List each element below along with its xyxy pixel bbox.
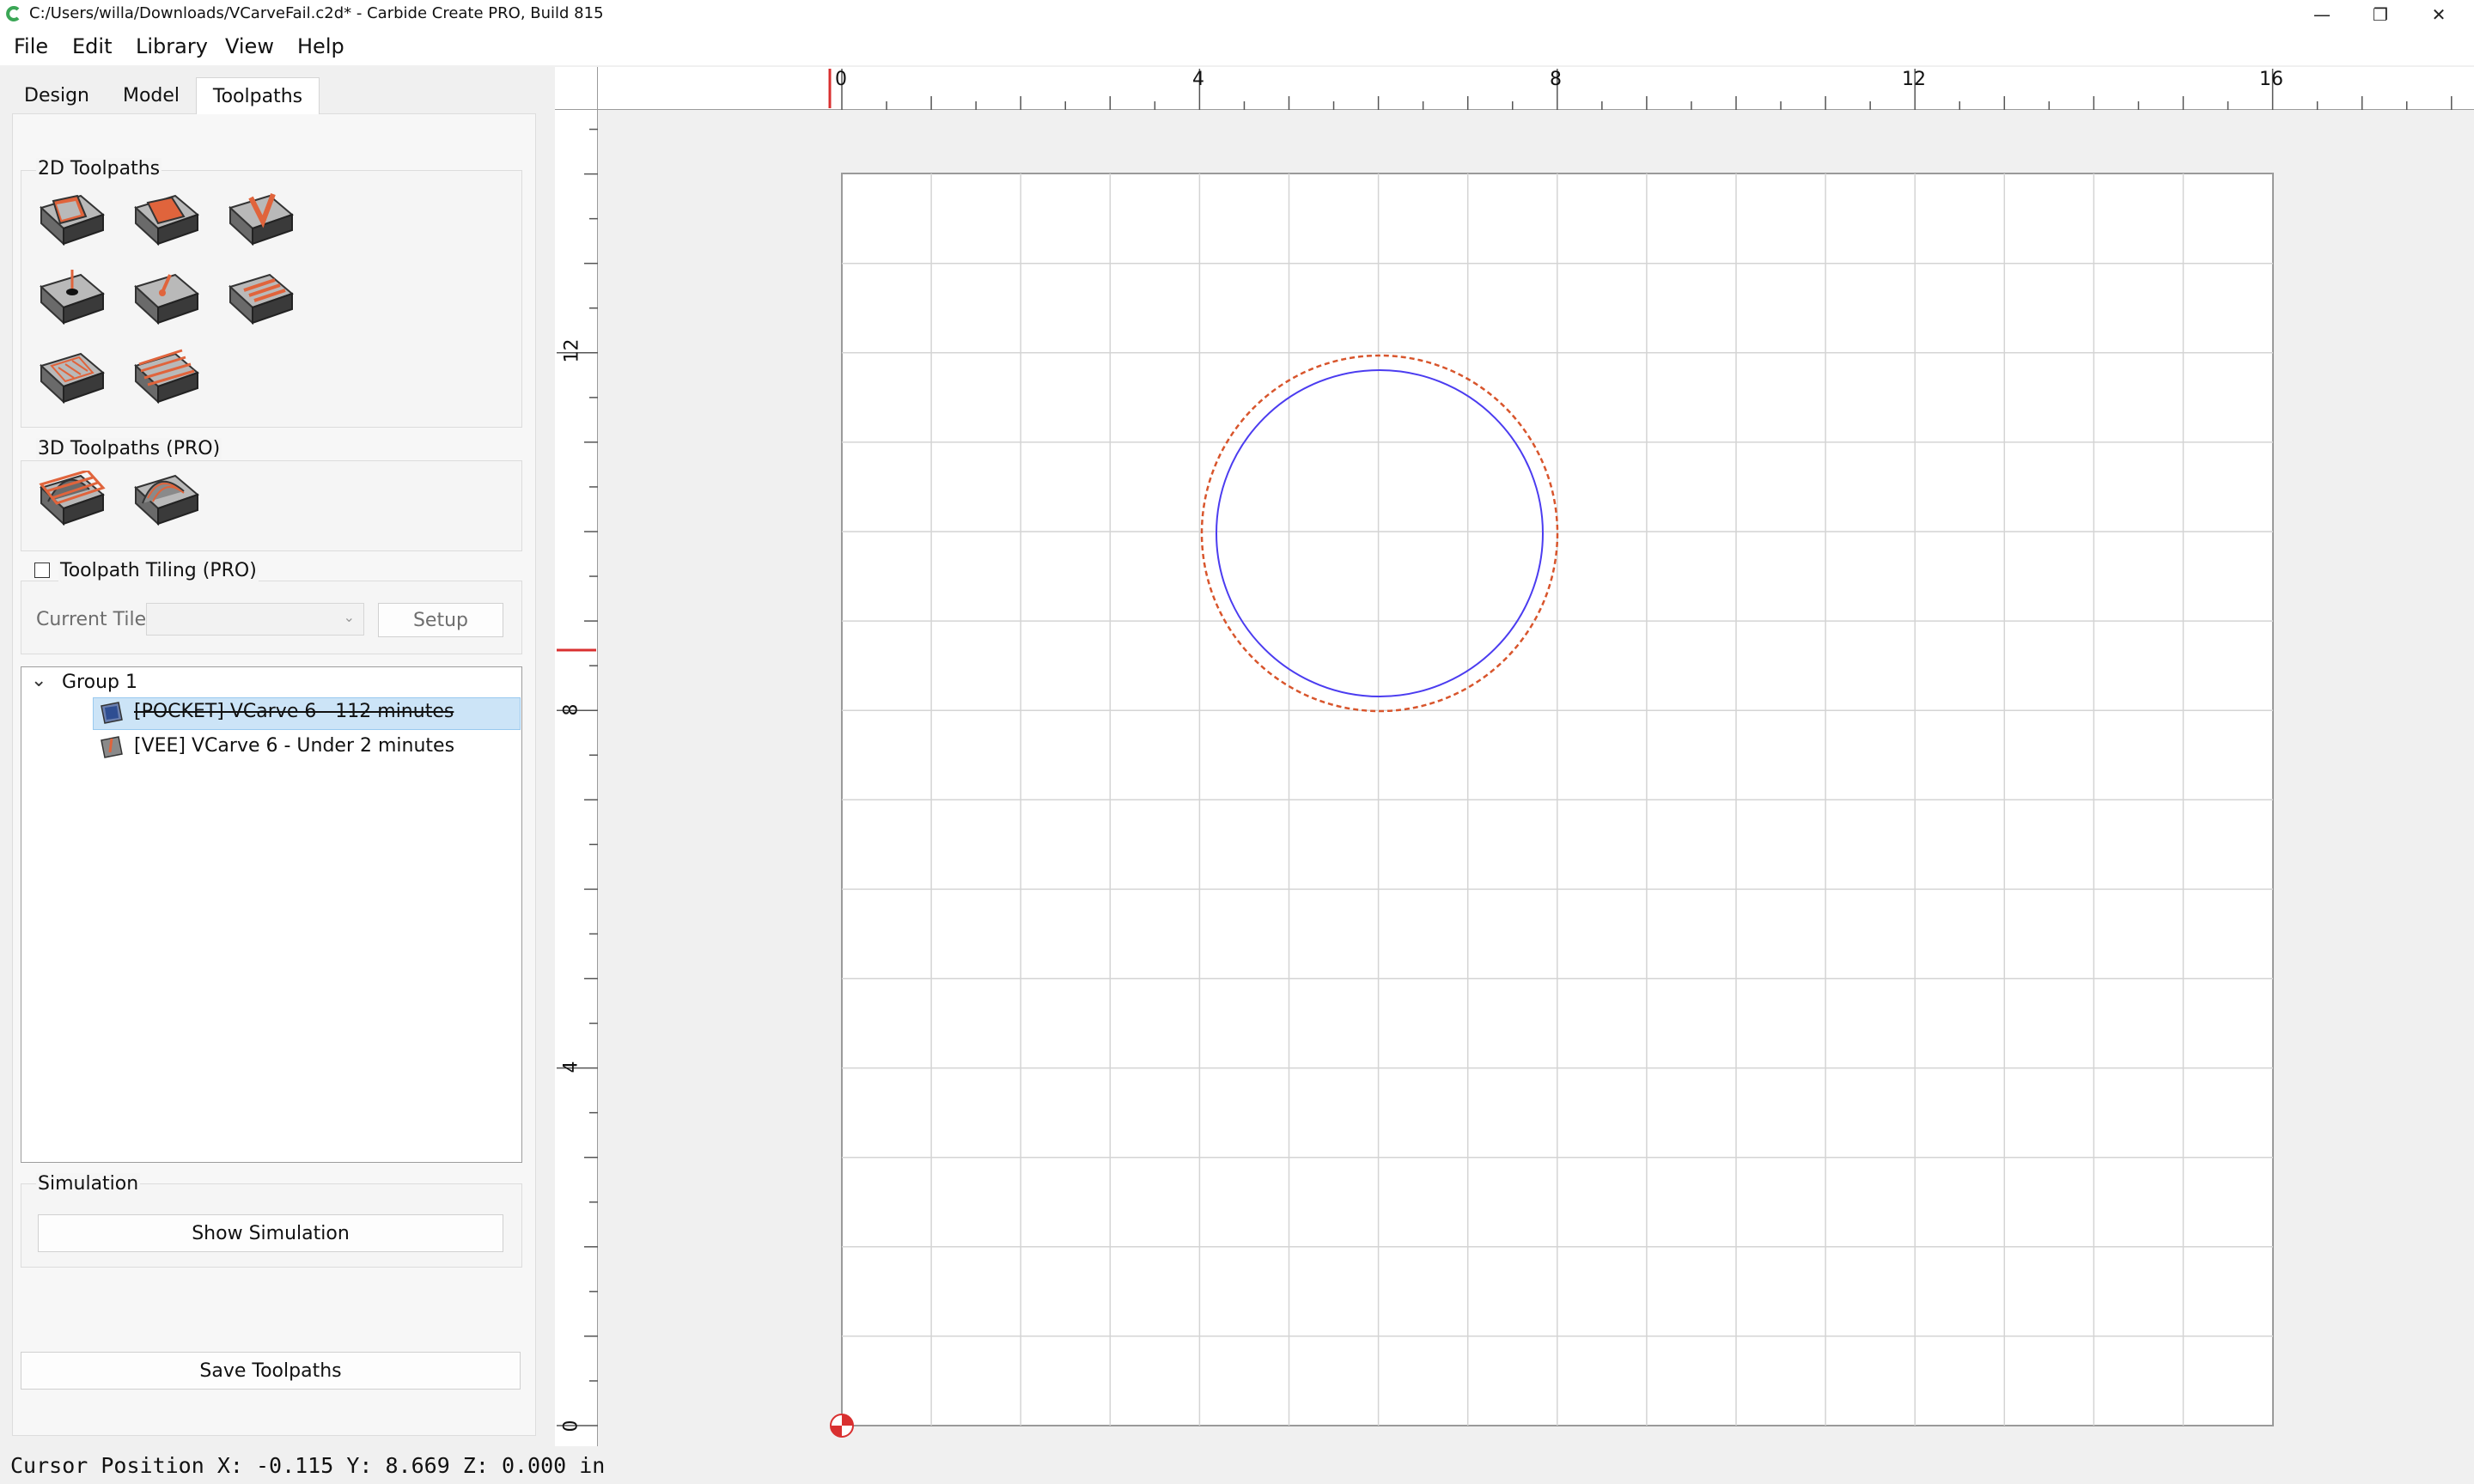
tiling-setup-button[interactable]: Setup <box>378 603 503 637</box>
ruler-top-label: 8 <box>1550 69 1562 90</box>
ruler-left-label: 0 <box>560 1420 582 1432</box>
ruler-left-ticks <box>557 128 598 1426</box>
vcarve-toolpath-icon[interactable] <box>225 191 296 258</box>
ruler-top-label: 16 <box>2259 69 2283 90</box>
ruler-top-label: 4 <box>1192 69 1204 90</box>
3d-toolpaths-label: 3D Toolpaths (PRO) <box>36 438 222 459</box>
carbide-create-logo-icon <box>6 6 20 21</box>
ruler-top-label: 0 <box>835 69 847 90</box>
tree-group-label[interactable]: Group 1 <box>62 672 137 693</box>
origin-marker-icon <box>830 1414 854 1438</box>
tree-item-label[interactable]: [VEE] VCarve 6 - Under 2 minutes <box>134 735 454 757</box>
3d-finish-toolpath-icon[interactable] <box>131 471 201 538</box>
ruler-top-ticks <box>828 69 2453 110</box>
contour-toolpath-icon[interactable] <box>36 191 107 258</box>
current-tile-select[interactable]: ⌄ <box>146 603 364 636</box>
menu-help[interactable]: Help <box>297 34 344 58</box>
ruler-left-label: 8 <box>560 703 582 716</box>
advanced-vcarve-toolpath-icon[interactable] <box>36 349 107 416</box>
ruler-corner <box>555 67 598 110</box>
group-expand-chevron-icon[interactable]: ⌄ <box>31 670 46 691</box>
design-canvas[interactable] <box>598 110 2474 1446</box>
pocket-toolpath-item-icon <box>101 702 123 724</box>
cursor-position-readout: Cursor Position X: -0.115 Y: 8.669 Z: 0.… <box>10 1453 606 1478</box>
menu-view[interactable]: View <box>225 34 274 58</box>
simulation-label: Simulation <box>36 1173 141 1195</box>
ruler-left-label: 12 <box>561 338 583 363</box>
menu-edit[interactable]: Edit <box>72 34 112 58</box>
close-button[interactable]: ✕ <box>2410 0 2467 29</box>
drill-toolpath-icon[interactable] <box>36 270 107 337</box>
menu-library[interactable]: Library <box>136 34 208 58</box>
tiling-label: Toolpath Tiling (PRO) <box>58 560 259 581</box>
current-tile-label: Current Tile <box>36 609 147 630</box>
minimize-button[interactable]: — <box>2294 0 2350 29</box>
menu-bar <box>0 29 2474 65</box>
tree-item-label: [POCKET] VCarve 6 - 112 minutes <box>134 701 454 722</box>
window-title: C:/Users/willa/Downloads/VCarveFail.c2d*… <box>29 4 604 22</box>
2d-toolpaths-label: 2D Toolpaths <box>36 158 162 179</box>
tab-toolpaths[interactable]: Toolpaths <box>196 77 320 114</box>
save-toolpaths-button[interactable]: Save Toolpaths <box>21 1352 521 1390</box>
menu-file[interactable]: File <box>14 34 48 58</box>
ruler-top-label: 12 <box>1902 69 1926 90</box>
flatten-toolpath-icon[interactable] <box>131 349 201 416</box>
tab-model[interactable]: Model <box>108 79 194 112</box>
show-simulation-button[interactable]: Show Simulation <box>38 1214 503 1252</box>
tiling-checkbox[interactable] <box>34 563 50 578</box>
vee-toolpath-item-icon <box>101 736 123 758</box>
chamfer-toolpath-icon[interactable] <box>131 270 201 337</box>
3d-rough-toolpath-icon[interactable] <box>36 471 107 538</box>
ruler-left-label: 4 <box>560 1061 582 1073</box>
pocket-toolpath-icon[interactable] <box>131 191 201 258</box>
tab-design[interactable]: Design <box>14 79 100 112</box>
restore-button[interactable]: ❐ <box>2352 0 2409 29</box>
texture-toolpath-icon[interactable] <box>225 270 296 337</box>
chevron-down-icon: ⌄ <box>343 609 355 625</box>
